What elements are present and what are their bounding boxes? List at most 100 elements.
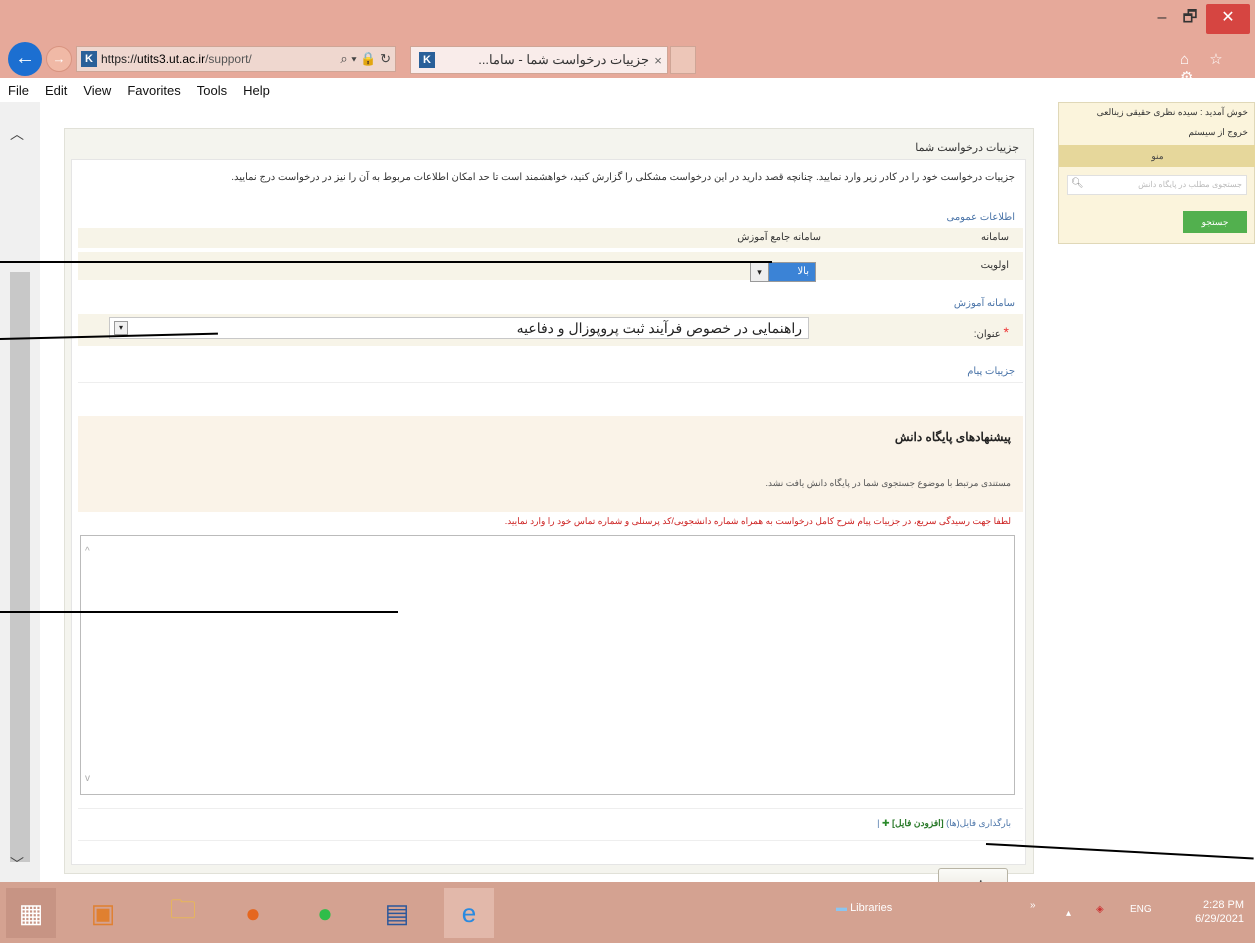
clock-date: 6/29/2021: [1195, 913, 1244, 925]
request-panel: جزییات درخواست شما جزییات درخواست خود را…: [64, 128, 1034, 900]
add-file-link[interactable]: [افزودن فایل]: [892, 818, 944, 828]
scroll-down-icon[interactable]: ﹀: [10, 854, 24, 874]
internet-explorer-icon: e: [461, 897, 477, 928]
volume-icon[interactable]: ◈: [1096, 904, 1104, 915]
form-description: جزییات درخواست خود را در کادر زیر وارد ن…: [231, 172, 1015, 183]
divider: [78, 840, 1023, 841]
priority-label: اولویت: [980, 260, 1009, 271]
windows-icon: ▦: [18, 897, 44, 928]
tray-overflow-icon[interactable]: »: [1030, 900, 1036, 911]
annotation-line: [0, 611, 398, 613]
tab-close-icon[interactable]: ×: [649, 53, 667, 68]
menu-edit[interactable]: Edit: [37, 83, 75, 98]
kb-search-input[interactable]: جستجوی مطلب در پایگاه دانش: [1067, 175, 1247, 195]
system-label: سامانه: [981, 232, 1009, 243]
menu-favorites[interactable]: Favorites: [119, 83, 188, 98]
attachments-row: بارگذاری فایل(ها) [افزودن فایل] ✚ |: [877, 818, 1011, 828]
libraries-label: Libraries: [850, 902, 893, 914]
knowledge-base-suggestions: پیشنهادهای پایگاه دانش مستندی مرتبط با م…: [78, 416, 1023, 512]
priority-value: بالا: [769, 263, 815, 281]
language-indicator[interactable]: ENG: [1130, 904, 1152, 915]
taskbar-ie[interactable]: e: [444, 888, 494, 938]
tab-active[interactable]: K جزییات درخواست شما - ساما... ×: [410, 46, 668, 74]
menu-help[interactable]: Help: [235, 83, 278, 98]
whatsapp-icon: ●: [317, 897, 333, 928]
tab-title: جزییات درخواست شما - ساما...: [478, 52, 649, 67]
system-tray: » ▴ ◈ ENG 2:28 PM 6/29/2021: [1030, 898, 1250, 938]
url-path: /support/: [205, 52, 252, 66]
address-tools-icon[interactable]: ⌕ ▾ 🔒 ↻: [340, 51, 395, 67]
priority-select[interactable]: ▾ بالا: [750, 262, 816, 282]
panel-title: جزییات درخواست شما: [915, 142, 1019, 154]
add-file-icon: ✚: [881, 818, 890, 828]
back-button[interactable]: ←: [8, 42, 42, 76]
attach-label: بارگذاری فایل(ها): [946, 818, 1011, 828]
section-message-title: جزییات پیام: [967, 366, 1015, 377]
maximize-button[interactable]: 🗗: [1176, 4, 1204, 34]
site-favicon-icon: K: [81, 51, 97, 67]
divider: [78, 808, 1023, 809]
divider: [78, 382, 1023, 383]
libraries-icon: ▬: [836, 902, 847, 914]
menu-header[interactable]: منو: [1059, 145, 1255, 167]
new-tab-button[interactable]: [670, 46, 696, 74]
request-form: جزییات درخواست خود را در کادر زیر وارد ن…: [71, 159, 1026, 900]
subject-label: * عنوان:: [974, 324, 1009, 340]
subject-select[interactable]: ▾ راهنمایی در خصوص فرآیند ثبت پروپوزال و…: [109, 317, 809, 339]
folder-icon: 🗀: [169, 894, 196, 924]
clock[interactable]: 2:28 PM 6/29/2021: [1195, 898, 1244, 926]
taskbar-libraries[interactable]: ▬ Libraries: [836, 902, 926, 922]
arrow-left-icon: ←: [15, 47, 35, 69]
media-player-icon: ▣: [90, 897, 116, 928]
chevron-down-icon[interactable]: ▾: [114, 321, 128, 335]
taskbar-whatsapp[interactable]: ●: [300, 888, 350, 938]
tab-favicon-icon: K: [419, 52, 435, 68]
subject-label-text: عنوان:: [973, 329, 1001, 340]
textarea-scroll-up-icon[interactable]: ^: [85, 546, 90, 557]
kb-heading: پیشنهادهای پایگاه دانش: [894, 430, 1011, 444]
search-button[interactable]: جستجو: [1183, 211, 1247, 233]
taskbar-media[interactable]: ▣: [78, 888, 128, 938]
firefox-icon: ●: [245, 897, 261, 928]
priority-row: اولویت: [78, 252, 1023, 280]
url-prefix: https://: [101, 52, 138, 66]
scrollbar-thumb[interactable]: [10, 272, 30, 862]
required-marker: *: [1003, 324, 1009, 340]
address-bar[interactable]: K https:// utits3.ut.ac.ir /support/ ⌕ ▾…: [76, 46, 396, 72]
close-button[interactable]: ✕: [1206, 4, 1250, 34]
section-edu-title: سامانه آموزش: [953, 298, 1015, 309]
page-scrollbar[interactable]: ︿ ﹀: [0, 102, 40, 882]
annotation-line: [0, 261, 772, 263]
menu-tools[interactable]: Tools: [189, 83, 235, 98]
system-row: سامانه سامانه جامع آموزش: [78, 228, 1023, 248]
arrow-right-icon: →: [52, 51, 66, 66]
browser-chrome: – 🗗 ✕ ← → K https:// utits3.ut.ac.ir /su…: [0, 0, 1255, 102]
kb-text: مستندی مرتبط با موضوع جستجوی شما در پایگ…: [765, 478, 1011, 488]
taskbar-word[interactable]: ▤: [372, 888, 422, 938]
menu-file[interactable]: File: [0, 83, 37, 98]
chevron-down-icon[interactable]: ▾: [751, 263, 769, 281]
network-icon[interactable]: ▴: [1066, 908, 1071, 919]
message-details-textarea[interactable]: ^ v: [80, 535, 1015, 795]
clock-time: 2:28 PM: [1203, 899, 1244, 911]
taskbar-firefox[interactable]: ●: [228, 888, 278, 938]
menu-bar: File Edit View Favorites Tools Help: [0, 78, 1255, 102]
logout-link[interactable]: خروج از سیستم: [1188, 127, 1248, 138]
start-button[interactable]: ▦: [6, 888, 56, 938]
search-icon[interactable]: 🔍︎: [1071, 178, 1084, 189]
minimize-button[interactable]: –: [1148, 4, 1176, 34]
word-icon: ▤: [384, 897, 410, 928]
forward-button[interactable]: →: [46, 46, 72, 72]
taskbar: ▦ ▣ 🗀 ● ● ▤ e ▬ Libraries » ▴ ◈ ENG 2:28…: [0, 882, 1255, 943]
subject-value: راهنمایی در خصوص فرآیند ثبت پروپوزال و د…: [516, 320, 802, 336]
menu-view[interactable]: View: [75, 83, 119, 98]
user-sidebar: ▭ خوش آمدید : سیده نظری حقیقی زینالعی ▮ …: [1058, 102, 1255, 244]
taskbar-explorer[interactable]: 🗀: [158, 888, 208, 938]
scroll-up-icon[interactable]: ︿: [10, 124, 24, 144]
system-value: سامانه جامع آموزش: [737, 232, 821, 243]
welcome-text: خوش آمدید : سیده نظری حقیقی زینالعی: [1096, 107, 1248, 117]
section-general-title: اطلاعات عمومی: [946, 212, 1015, 223]
instruction-note: لطفا جهت رسیدگی سریع، در جزییات پیام شرح…: [504, 516, 1011, 526]
textarea-scroll-down-icon[interactable]: v: [85, 773, 90, 784]
url-host: utits3.ut.ac.ir: [137, 52, 206, 66]
